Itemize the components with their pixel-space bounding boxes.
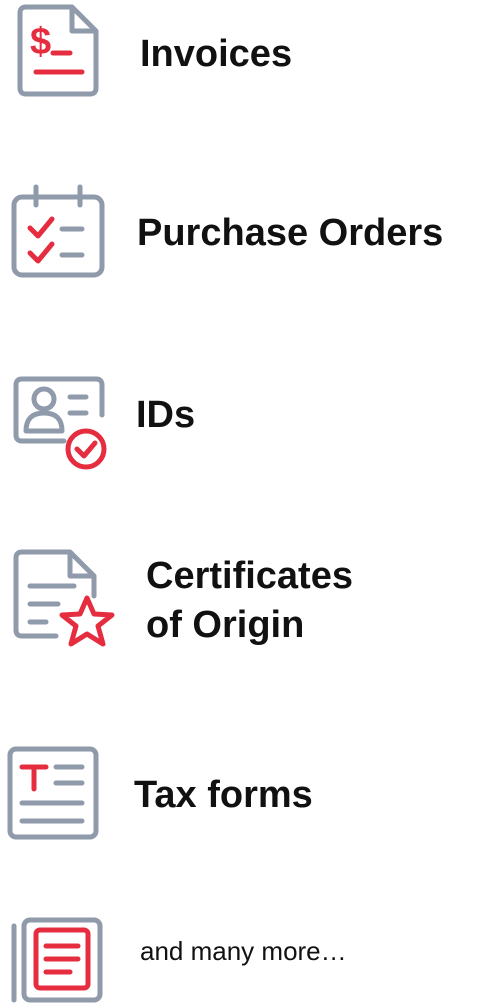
tax-forms-label: Tax forms	[134, 774, 313, 816]
id-card-check-icon	[12, 375, 108, 471]
calendar-checklist-icon	[10, 183, 106, 279]
certificate-star-icon	[12, 548, 122, 658]
list-item-ids: IDs	[0, 365, 487, 475]
and-many-more-label: and many more…	[140, 936, 347, 966]
list-item-tax-forms: Tax forms	[0, 735, 487, 850]
list-item-and-many-more: and many more…	[0, 910, 487, 1008]
list-item-invoices: $ Invoices	[0, 0, 487, 110]
certificates-label-line2: of Origin	[146, 604, 305, 646]
ids-label: IDs	[136, 394, 196, 436]
list-item-certificates-of-origin: Certificates of Origin	[0, 540, 487, 660]
invoice-dollar-icon: $	[16, 4, 100, 100]
list-item-purchase-orders: Purchase Orders	[0, 175, 487, 285]
purchase-orders-label: Purchase Orders	[137, 212, 444, 254]
certificates-label-line1: Certificates	[146, 555, 353, 597]
svg-text:$: $	[30, 21, 51, 63]
tax-form-icon	[6, 745, 102, 841]
invoices-label: Invoices	[140, 33, 293, 75]
document-stack-icon	[8, 914, 104, 1006]
